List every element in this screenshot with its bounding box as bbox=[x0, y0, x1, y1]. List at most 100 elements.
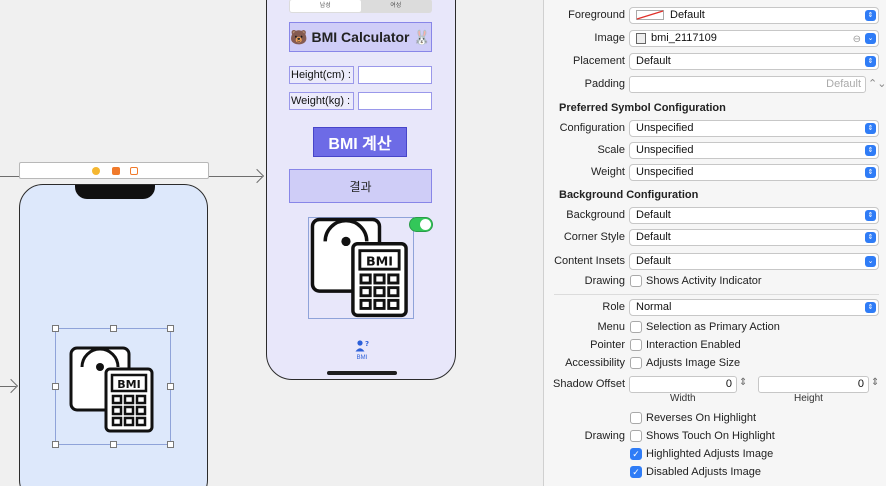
accessibility-row: Accessibility Adjusts Image Size bbox=[544, 355, 886, 373]
pointer-label: Pointer bbox=[590, 339, 625, 351]
shadow-width-field[interactable]: 0 bbox=[629, 376, 737, 393]
corner-style-label: Corner Style bbox=[563, 231, 625, 243]
placement-value: Default bbox=[636, 55, 671, 67]
image-row: Image bmi_2117109 ⊖ ⌄ bbox=[544, 30, 886, 48]
no-color-swatch-icon bbox=[636, 10, 664, 21]
popup-chevron-icon: ⇕ bbox=[865, 56, 876, 67]
segment-female[interactable]: 여성 bbox=[361, 0, 432, 12]
role-popup[interactable]: Normal ⇕ bbox=[629, 299, 879, 316]
role-label: Role bbox=[602, 301, 625, 313]
popup-chevron-icon: ⇕ bbox=[865, 167, 876, 178]
configuration-label: Configuration bbox=[559, 122, 625, 134]
corner-style-row: Corner Style Default ⇕ bbox=[544, 229, 886, 247]
highlighted-adjusts-image-text: Highlighted Adjusts Image bbox=[646, 448, 774, 460]
resize-handle[interactable] bbox=[52, 441, 59, 448]
drawing-label: Drawing bbox=[584, 275, 625, 287]
disabled-adjusts-image-text: Disabled Adjusts Image bbox=[646, 466, 761, 478]
segment-male[interactable]: 남성 bbox=[290, 0, 361, 12]
resize-handle[interactable] bbox=[52, 383, 59, 390]
weight-input[interactable] bbox=[358, 92, 432, 110]
padding-label: Padding bbox=[584, 78, 625, 90]
popup-chevron-icon: ⌄ bbox=[865, 256, 876, 267]
foreground-popup[interactable]: Default ⇕ bbox=[629, 7, 879, 24]
accessibility-label: Accessibility bbox=[565, 357, 625, 369]
disabled-adjusts-image-checkbox[interactable]: ✓ bbox=[630, 466, 642, 478]
selected-image-view[interactable] bbox=[52, 325, 174, 448]
resize-handle[interactable] bbox=[110, 325, 117, 332]
popup-chevron-icon: ⇕ bbox=[865, 210, 876, 221]
popup-chevron-icon: ⇕ bbox=[865, 302, 876, 313]
popup-chevron-icon: ⇕ bbox=[865, 123, 876, 134]
shadow-height-stepper-icon[interactable]: ⇕ bbox=[871, 377, 879, 388]
shadow-height-field[interactable]: 0 bbox=[758, 376, 869, 393]
adjusts-image-size-checkbox[interactable] bbox=[630, 357, 642, 369]
weight-popup[interactable]: Unspecified ⇕ bbox=[629, 164, 879, 181]
scene-dock[interactable] bbox=[19, 162, 209, 179]
shadow-offset-label: Shadow Offset bbox=[553, 378, 625, 390]
image-combo[interactable]: bmi_2117109 ⊖ ⌄ bbox=[629, 30, 879, 47]
content-insets-value: Default bbox=[636, 255, 671, 267]
resize-handle[interactable] bbox=[110, 441, 117, 448]
weight-label: Weight bbox=[590, 166, 625, 178]
selection-primary-action-checkbox[interactable] bbox=[630, 321, 642, 333]
tab-bmi[interactable]: ? BMI bbox=[352, 340, 372, 361]
combo-chevron-icon[interactable]: ⌄ bbox=[865, 33, 876, 44]
scale-label: Scale bbox=[597, 144, 625, 156]
image-clear-icon[interactable]: ⊖ bbox=[853, 32, 861, 47]
result-label: 결과 bbox=[289, 169, 432, 203]
foreground-label: Foreground bbox=[568, 9, 625, 21]
configuration-value: Unspecified bbox=[636, 122, 694, 134]
storyboard-canvas[interactable]: BMI 남성 여성 🐻 BMI Calculator 🐰 Height(cm) … bbox=[0, 0, 543, 486]
bmi-image-view[interactable]: BMI bbox=[308, 217, 414, 319]
bmi-calculate-button[interactable]: BMI 계산 bbox=[313, 127, 407, 157]
highlighted-adjusts-image-checkbox[interactable]: ✓ bbox=[630, 448, 642, 460]
shadow-width-label: Width bbox=[670, 393, 696, 404]
background-popup[interactable]: Default ⇕ bbox=[629, 207, 879, 224]
bmi-scale-icon: BMI bbox=[310, 217, 408, 318]
background-row: Background Default ⇕ bbox=[544, 207, 886, 225]
placement-popup[interactable]: Default ⇕ bbox=[629, 53, 879, 70]
segue-arrow-icon bbox=[249, 168, 265, 184]
app-title-label: 🐻 BMI Calculator 🐰 bbox=[289, 22, 432, 52]
content-insets-label: Content Insets bbox=[554, 255, 625, 267]
height-input[interactable] bbox=[358, 66, 432, 84]
background-label: Background bbox=[566, 209, 625, 221]
scale-popup[interactable]: Unspecified ⇕ bbox=[629, 142, 879, 159]
highlighted-row: ✓ Highlighted Adjusts Image bbox=[544, 446, 886, 464]
first-responder-icon[interactable] bbox=[112, 167, 120, 175]
shadow-offset-row: Shadow Offset 0 ⇕ 0 ⇕ bbox=[544, 376, 886, 394]
reverses-row: Reverses On Highlight bbox=[544, 410, 886, 428]
shows-touch-on-highlight-text: Shows Touch On Highlight bbox=[646, 430, 775, 442]
main-screen-phone[interactable]: 남성 여성 🐻 BMI Calculator 🐰 Height(cm) : We… bbox=[266, 0, 456, 380]
toggle-switch[interactable] bbox=[409, 217, 433, 232]
interaction-enabled-checkbox[interactable] bbox=[630, 339, 642, 351]
resize-handle[interactable] bbox=[167, 325, 174, 332]
home-indicator bbox=[327, 371, 397, 375]
placement-label: Placement bbox=[573, 55, 625, 67]
padding-stepper-icon[interactable]: ⌃⌄ bbox=[868, 77, 886, 90]
image-label: Image bbox=[594, 32, 625, 44]
shows-activity-indicator-checkbox[interactable] bbox=[630, 275, 642, 287]
attributes-inspector: Foreground Default ⇕ Image bmi_2117109 ⊖… bbox=[543, 0, 886, 486]
view-controller-icon[interactable] bbox=[92, 167, 100, 175]
svg-text:?: ? bbox=[365, 340, 369, 348]
exit-icon[interactable] bbox=[130, 167, 138, 175]
shadow-height-label: Height bbox=[794, 393, 823, 404]
popup-chevron-icon: ⇕ bbox=[865, 232, 876, 243]
resize-handle[interactable] bbox=[167, 383, 174, 390]
corner-style-popup[interactable]: Default ⇕ bbox=[629, 229, 879, 246]
foreground-value: Default bbox=[670, 9, 705, 21]
configuration-popup[interactable]: Unspecified ⇕ bbox=[629, 120, 879, 137]
padding-field[interactable]: Default bbox=[629, 76, 866, 93]
resize-handle[interactable] bbox=[52, 325, 59, 332]
resize-handle[interactable] bbox=[167, 441, 174, 448]
content-insets-popup[interactable]: Default ⌄ bbox=[629, 253, 879, 270]
reverses-on-highlight-checkbox[interactable] bbox=[630, 412, 642, 424]
shadow-width-stepper-icon[interactable]: ⇕ bbox=[739, 377, 747, 388]
shows-touch-on-highlight-checkbox[interactable] bbox=[630, 430, 642, 442]
height-label: Height(cm) : bbox=[289, 66, 354, 84]
padding-row: Padding Default ⌃⌄ bbox=[544, 76, 886, 94]
background-value: Default bbox=[636, 209, 671, 221]
gender-segmented-control[interactable]: 남성 여성 bbox=[289, 0, 432, 13]
image-asset-icon bbox=[636, 32, 646, 44]
